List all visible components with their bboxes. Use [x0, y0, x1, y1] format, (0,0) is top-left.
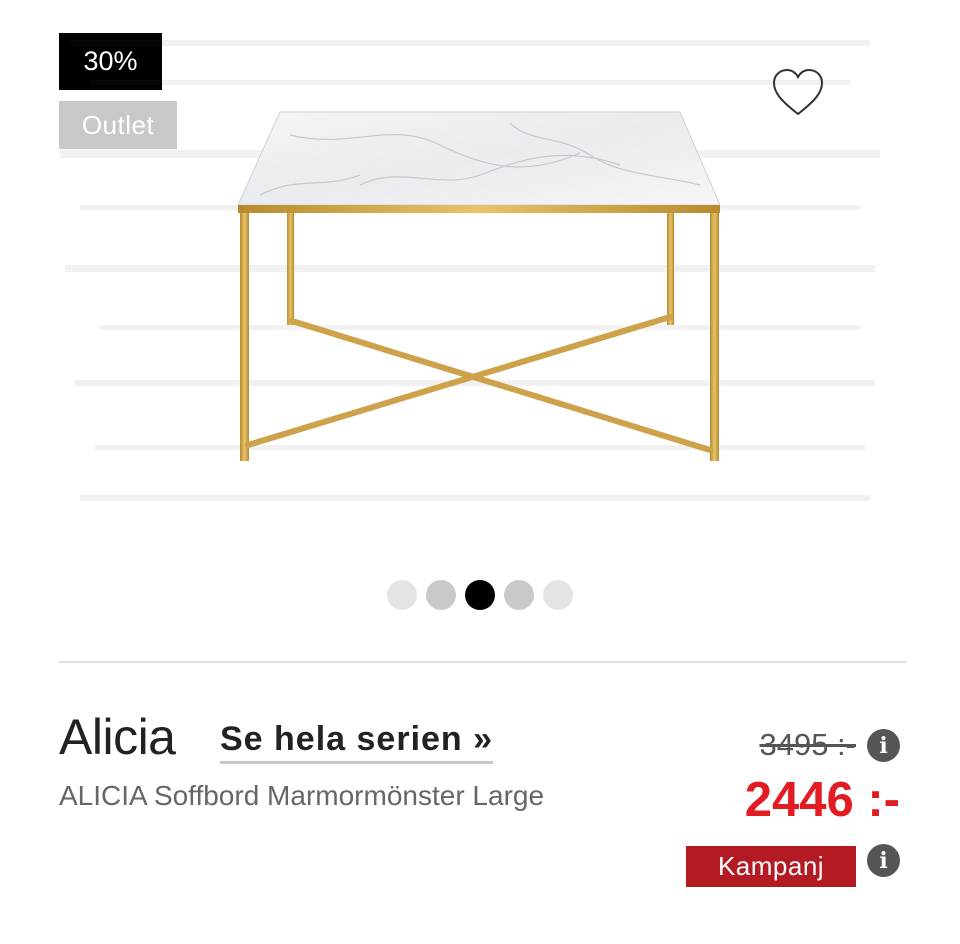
- gallery-dot-active[interactable]: [465, 580, 495, 610]
- gallery-dot[interactable]: [387, 580, 417, 610]
- series-title: Alicia: [59, 709, 176, 765]
- view-series-link[interactable]: Se hela serien »: [220, 720, 494, 764]
- gallery-dot[interactable]: [426, 580, 456, 610]
- original-price: 3495 :-: [759, 727, 856, 762]
- divider: [59, 661, 906, 663]
- gallery-pagination: [387, 580, 573, 610]
- favorite-heart-icon[interactable]: [770, 66, 826, 118]
- info-icon[interactable]: i: [867, 729, 900, 762]
- sale-price: 2446 :-: [744, 773, 900, 827]
- product-name: ALICIA Soffbord Marmormönster Large: [59, 780, 545, 811]
- gallery-dot[interactable]: [543, 580, 573, 610]
- campaign-badge: Kampanj: [686, 846, 856, 887]
- gallery-dot[interactable]: [504, 580, 534, 610]
- info-icon[interactable]: i: [867, 844, 900, 877]
